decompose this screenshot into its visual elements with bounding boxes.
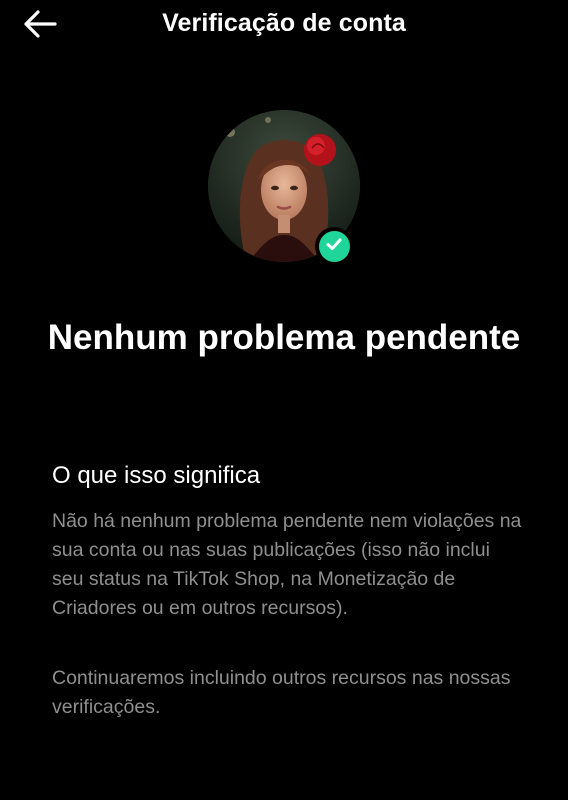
description-paragraph-1: Não há nenhum problema pendente nem viol… (52, 510, 522, 619)
description-paragraph-2: Continuaremos incluindo outros recursos … (52, 667, 511, 718)
verified-badge (315, 227, 353, 265)
profile-avatar-container (208, 110, 360, 265)
page-title: Verificação de conta (162, 9, 406, 37)
check-circle-icon (324, 234, 344, 259)
top-bar: Verificação de conta (0, 0, 568, 52)
status-headline: Nenhum problema pendente (47, 318, 521, 357)
section-title: O que isso significa (52, 462, 261, 489)
